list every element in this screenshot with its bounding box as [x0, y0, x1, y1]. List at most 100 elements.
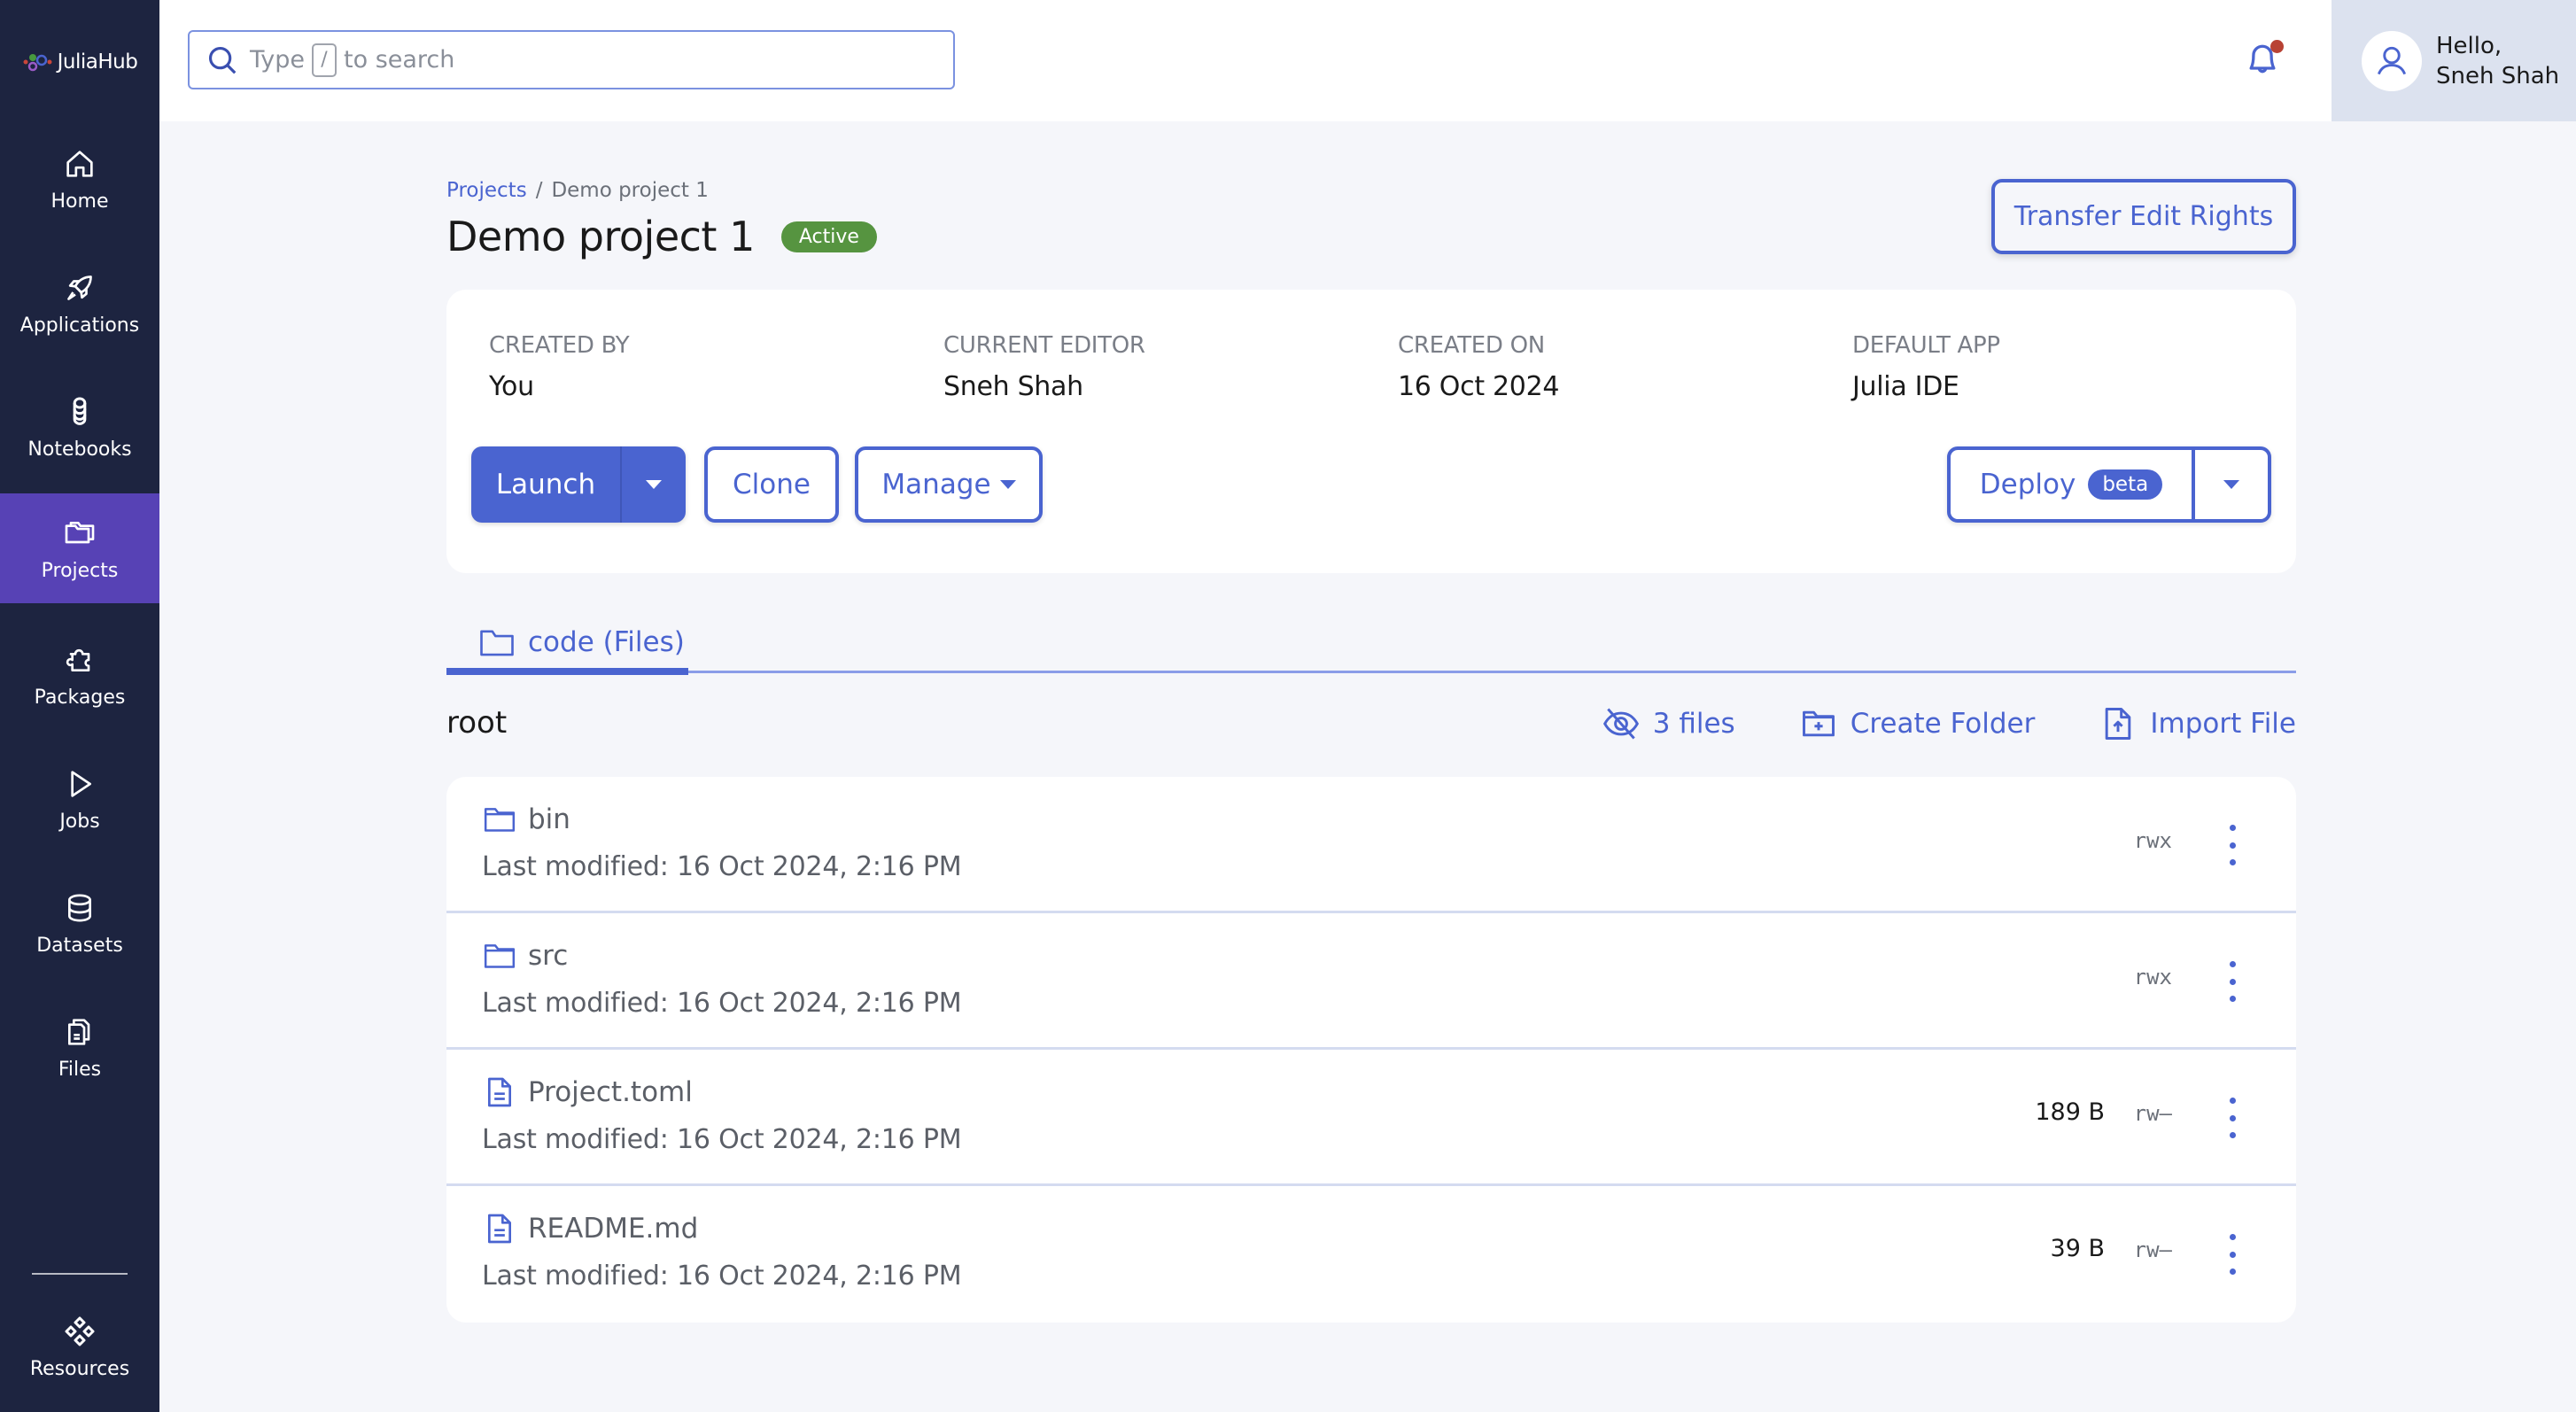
kebab-dot: [2229, 961, 2236, 967]
sidebar-item-label: Files: [58, 1058, 102, 1081]
transfer-edit-rights-button[interactable]: Transfer Edit Rights: [1991, 179, 2296, 254]
user-greeting: Hello, Sneh Shah: [2436, 31, 2559, 91]
kebab-dot: [2229, 996, 2236, 1002]
info-current-editor: CURRENT EDITOR Sneh Shah: [943, 332, 1145, 402]
create-folder-button[interactable]: Create Folder: [1799, 704, 2036, 743]
launch-options-button[interactable]: [620, 446, 686, 523]
notifications-button[interactable]: [2243, 35, 2287, 85]
search-placeholder-prefix: Type: [250, 46, 306, 74]
sidebar-item-notebooks[interactable]: Notebooks: [0, 372, 159, 482]
breadcrumb-separator: /: [535, 179, 543, 202]
file-row-project-toml[interactable]: Project.toml Last modified: 16 Oct 2024,…: [446, 1050, 2296, 1186]
kebab-dot: [2229, 825, 2236, 831]
search-icon: [208, 46, 237, 74]
breadcrumb: Projects / Demo project 1: [446, 179, 709, 202]
sidebar-item-label: Jobs: [59, 810, 100, 833]
sidebar-divider: [32, 1273, 128, 1275]
file-name[interactable]: bin: [528, 803, 570, 835]
deploy-split-button: Deploy beta: [1947, 446, 2271, 523]
deploy-label: Deploy: [1979, 469, 2076, 500]
user-name: Sneh Shah: [2436, 62, 2560, 89]
deploy-options-button[interactable]: [2195, 450, 2268, 519]
sidebar-item-applications[interactable]: Applications: [0, 248, 159, 358]
kebab-dot: [2229, 1132, 2236, 1138]
launch-button[interactable]: Launch: [471, 446, 620, 523]
file-text-icon: [488, 1214, 511, 1244]
rocket-icon: [67, 275, 92, 300]
toggle-hidden-files-button[interactable]: 3 files: [1602, 704, 1735, 743]
file-name[interactable]: src: [528, 940, 568, 972]
search-placeholder: Type / to search: [250, 43, 454, 77]
sidebar-item-projects[interactable]: Projects: [0, 493, 159, 603]
breadcrumb-projects-link[interactable]: Projects: [446, 179, 527, 202]
file-name-line: Project.toml: [482, 1075, 693, 1110]
create-folder-label: Create Folder: [1850, 708, 2036, 740]
sidebar-item-datasets[interactable]: Datasets: [0, 868, 159, 978]
import-file-button[interactable]: Import File: [2099, 704, 2296, 743]
file-name-line: src: [482, 938, 568, 974]
info-label: DEFAULT APP: [1852, 332, 2000, 359]
more-options-button[interactable]: [2222, 958, 2243, 1005]
sidebar-item-label: Resources: [29, 1357, 130, 1380]
sidebar-item-label: Datasets: [36, 934, 123, 957]
file-permissions: rwx: [2133, 828, 2172, 853]
tabs: code (Files): [446, 611, 2296, 675]
kebab-dot: [2229, 1098, 2236, 1104]
folder-icon: [484, 808, 516, 832]
sidebar-item-resources[interactable]: Resources: [0, 1292, 159, 1401]
search-input[interactable]: Type / to search: [188, 30, 955, 89]
info-value: You: [489, 371, 534, 402]
notebooks-icon: [73, 397, 87, 425]
home-icon: [66, 150, 93, 177]
juliahub-logo[interactable]: JuliaHub: [0, 44, 159, 80]
file-text-icon: [488, 1077, 511, 1107]
sidebar-item-jobs[interactable]: Jobs: [0, 744, 159, 854]
puzzle-icon: [66, 648, 90, 671]
file-list: bin Last modified: 16 Oct 2024, 2:16 PM …: [446, 777, 2296, 1323]
sidebar-item-files[interactable]: Files: [0, 992, 159, 1102]
project-info-card: CREATED BY You CURRENT EDITOR Sneh Shah …: [446, 290, 2296, 573]
user-menu[interactable]: Hello, Sneh Shah: [2332, 0, 2576, 121]
file-modified: Last modified: 16 Oct 2024, 2:16 PM: [482, 1124, 962, 1155]
kebab-dot: [2229, 1268, 2236, 1275]
file-row-src[interactable]: src Last modified: 16 Oct 2024, 2:16 PM …: [446, 913, 2296, 1050]
status-badge: Active: [780, 221, 877, 252]
sidebar-item-label: Notebooks: [27, 438, 132, 461]
launch-split-button: Launch: [471, 446, 686, 523]
play-icon: [71, 770, 91, 797]
search-placeholder-suffix: to search: [344, 46, 455, 74]
brand-name: JuliaHub: [57, 50, 138, 74]
file-name-line: README.md: [482, 1211, 698, 1246]
more-options-button[interactable]: [2222, 1094, 2243, 1142]
file-modified: Last modified: 16 Oct 2024, 2:16 PM: [482, 1261, 962, 1292]
hidden-files-count: 3 files: [1652, 708, 1735, 740]
file-row-bin[interactable]: bin Last modified: 16 Oct 2024, 2:16 PM …: [446, 777, 2296, 913]
file-row-readme[interactable]: README.md Last modified: 16 Oct 2024, 2:…: [446, 1186, 2296, 1323]
deploy-button[interactable]: Deploy beta: [1951, 450, 2195, 519]
sidebar-item-label: Projects: [41, 559, 119, 582]
sidebar-item-packages[interactable]: Packages: [0, 620, 159, 730]
sidebar-item-label: Home: [50, 190, 109, 213]
search-shortcut-key: /: [312, 43, 338, 77]
file-modified: Last modified: 16 Oct 2024, 2:16 PM: [482, 988, 962, 1019]
import-file-label: Import File: [2150, 708, 2296, 740]
resources-icon: [65, 1316, 95, 1346]
clone-label: Clone: [733, 469, 811, 500]
current-path: root: [446, 705, 508, 741]
manage-button[interactable]: Manage: [855, 446, 1043, 523]
file-name[interactable]: README.md: [528, 1213, 698, 1245]
kebab-dot: [2229, 978, 2236, 985]
file-name-line: bin: [482, 802, 570, 837]
clone-button[interactable]: Clone: [704, 446, 839, 523]
tab-code-files[interactable]: code (Files): [478, 611, 685, 673]
more-options-button[interactable]: [2222, 821, 2243, 869]
beta-badge: beta: [2088, 469, 2163, 500]
notification-dot: [2270, 40, 2284, 53]
info-value: 16 Oct 2024: [1398, 371, 1560, 402]
file-permissions: rw–: [2133, 1237, 2172, 1262]
sidebar-item-home[interactable]: Home: [0, 124, 159, 234]
file-permissions: rwx: [2133, 965, 2172, 989]
file-size: 189 B: [2035, 1098, 2105, 1126]
more-options-button[interactable]: [2222, 1230, 2243, 1278]
file-name[interactable]: Project.toml: [528, 1076, 693, 1108]
